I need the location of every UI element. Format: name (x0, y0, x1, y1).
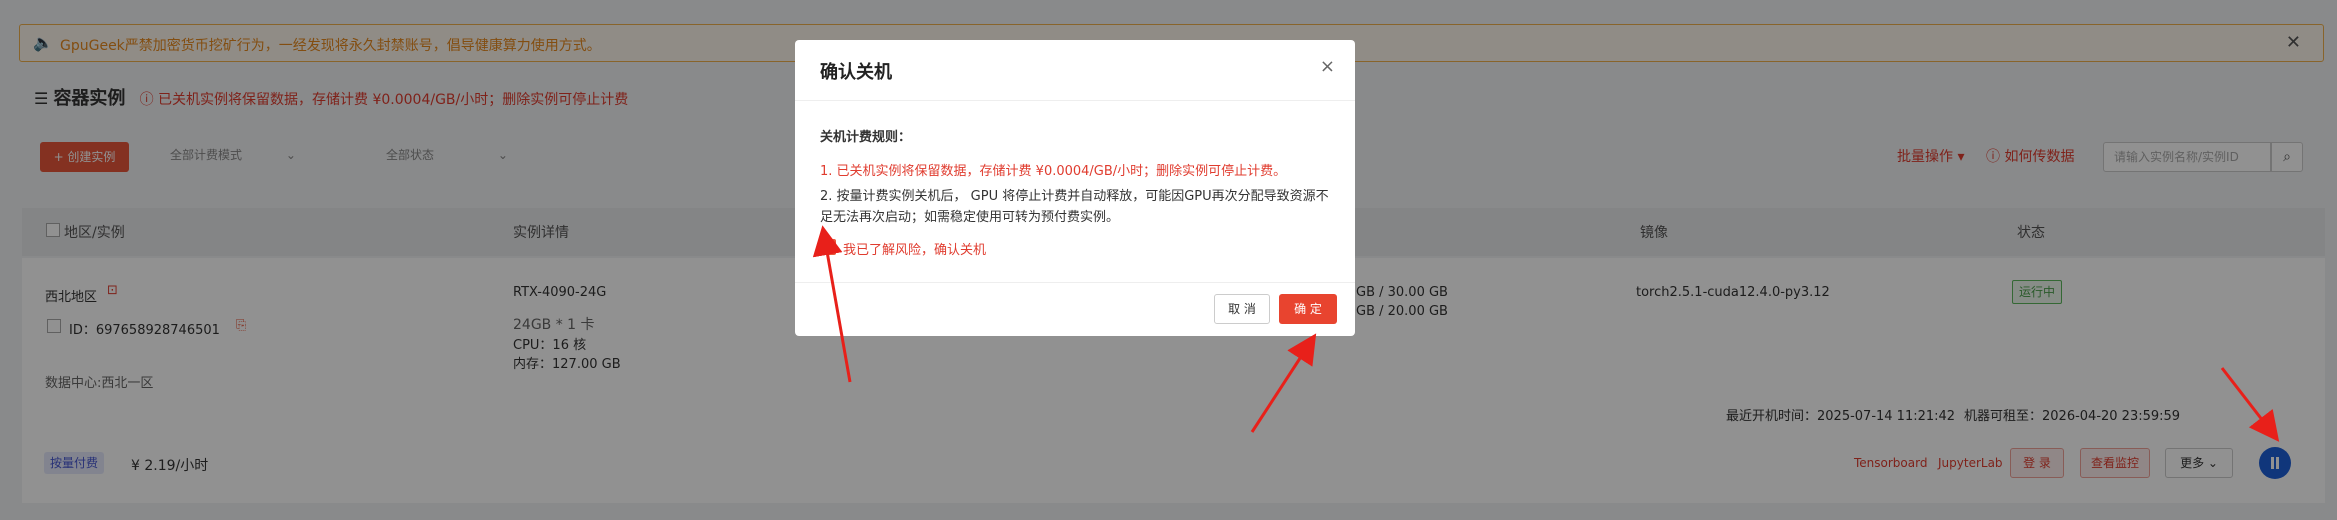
arrow-to-confirm (1250, 333, 1317, 433)
annotation-arrows (812, 225, 2280, 442)
arrow-to-checkbox (812, 225, 852, 383)
arrow-to-pause (2220, 367, 2280, 442)
